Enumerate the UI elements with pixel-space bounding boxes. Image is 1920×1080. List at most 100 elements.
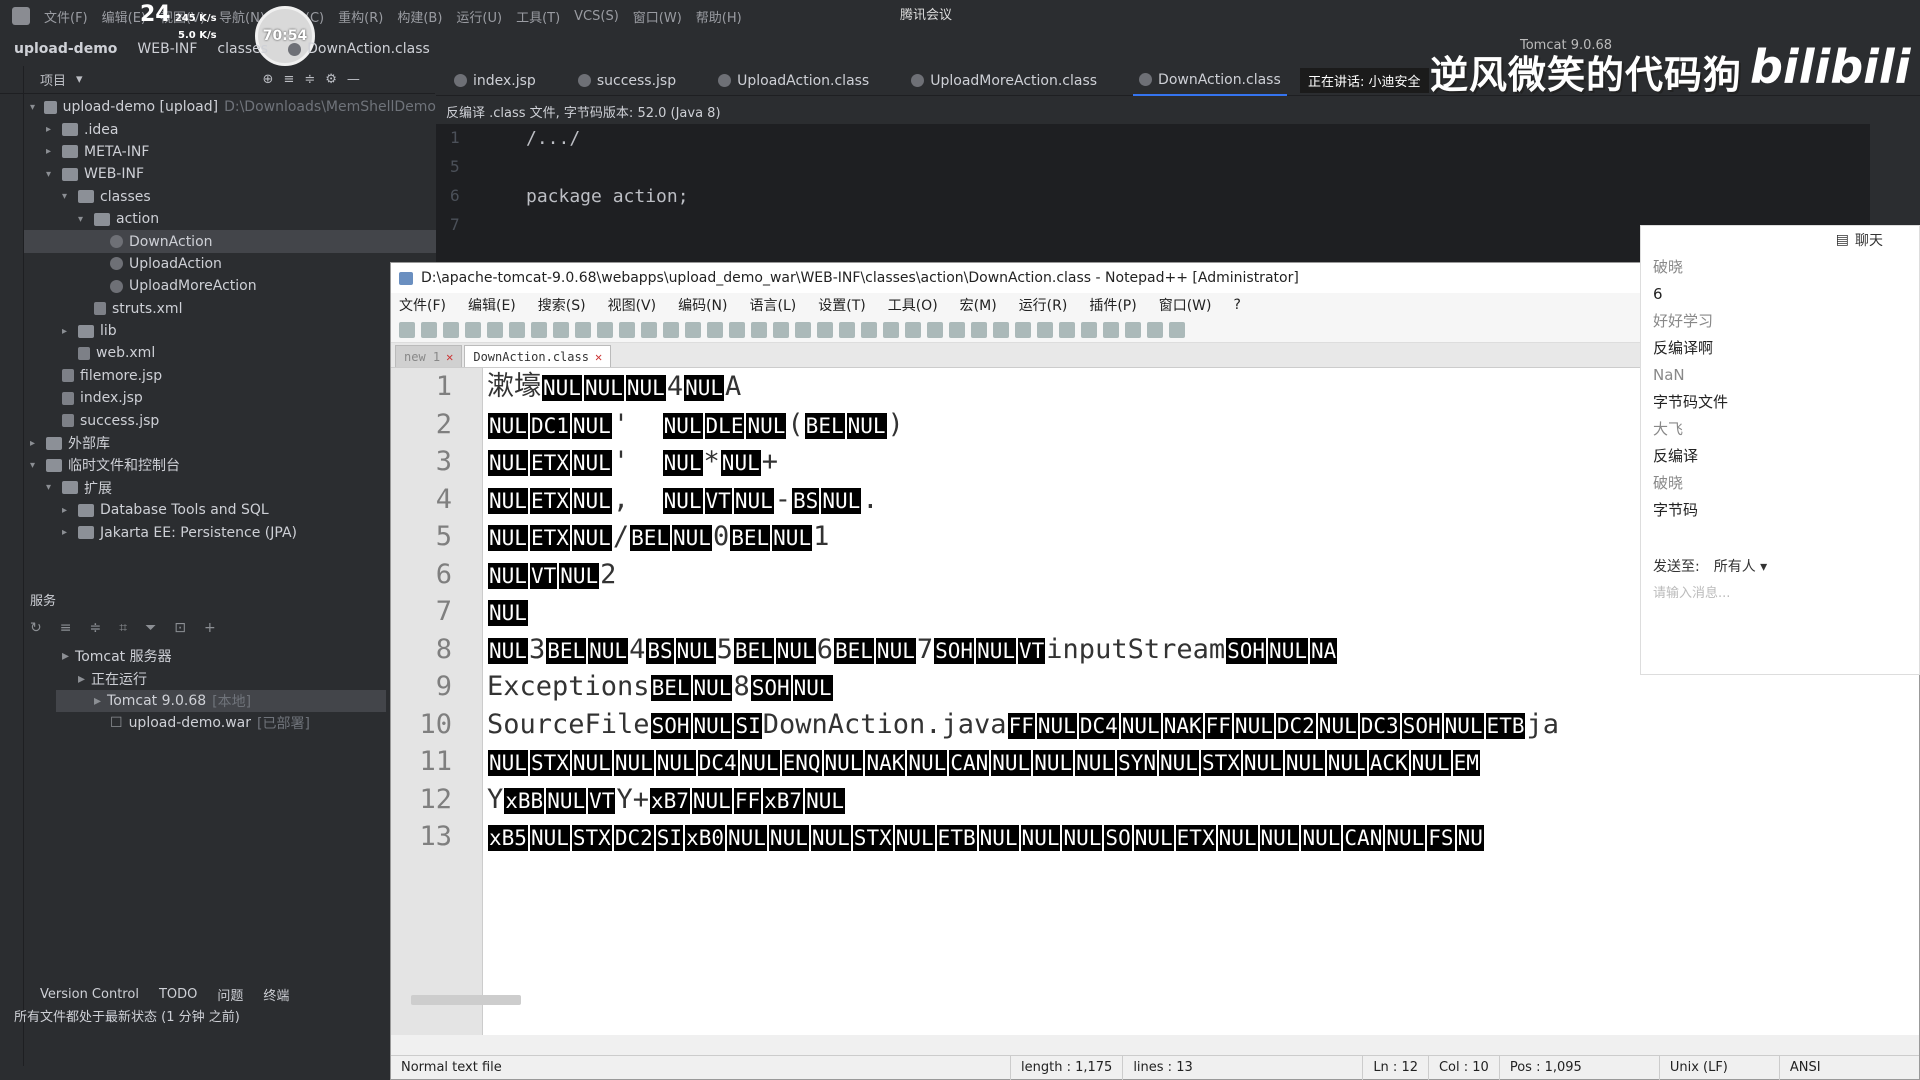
npp-menu-item[interactable]: 宏(M) bbox=[960, 295, 997, 315]
npp-toolbar-icon[interactable] bbox=[795, 321, 811, 338]
tree-item[interactable]: ▾ WEB-INF bbox=[24, 163, 436, 185]
npp-toolbar-icon[interactable] bbox=[751, 321, 767, 338]
npp-toolbar-icon[interactable] bbox=[443, 321, 459, 338]
filter-icon[interactable]: ⏷ bbox=[145, 620, 156, 636]
tree-item[interactable]: ▾ classes bbox=[24, 186, 436, 208]
service-item[interactable]: ▸ Tomcat 服务器 bbox=[56, 645, 386, 667]
service-item[interactable]: ▸ Tomcat 9.0.68 [本地] bbox=[56, 689, 386, 713]
tree-arrow-icon[interactable]: ▸ bbox=[62, 527, 72, 538]
tree-arrow-icon[interactable]: ▸ bbox=[30, 438, 40, 449]
tree-item[interactable]: ▸ 外部库 bbox=[24, 432, 436, 454]
collapse-all-icon[interactable]: ≑ bbox=[89, 620, 101, 636]
npp-toolbar-icon[interactable] bbox=[1125, 321, 1141, 338]
npp-toolbar-icon[interactable] bbox=[619, 321, 635, 338]
menu-item[interactable]: VCS(S) bbox=[574, 9, 619, 24]
npp-menu-item[interactable]: 文件(F) bbox=[399, 295, 446, 315]
editor-tab[interactable]: DownAction.class bbox=[1133, 66, 1287, 96]
npp-toolbar-icon[interactable] bbox=[971, 321, 987, 338]
npp-toolbar-icon[interactable] bbox=[1015, 321, 1031, 338]
tool-version-control[interactable]: Version Control bbox=[40, 987, 139, 1002]
close-icon[interactable]: ✕ bbox=[595, 350, 602, 364]
tree-item[interactable]: ▸ META-INF bbox=[24, 141, 436, 163]
add-icon[interactable]: + bbox=[204, 620, 216, 636]
npp-toolbar-icon[interactable] bbox=[861, 321, 877, 338]
close-icon[interactable]: ✕ bbox=[446, 350, 453, 364]
tree-item[interactable]: ▾ upload-demo [upload] D:\Downloads\MemShe… bbox=[24, 96, 436, 118]
tool-terminal[interactable]: 终端 bbox=[263, 985, 289, 1004]
npp-toolbar-icon[interactable] bbox=[773, 321, 789, 338]
tree-item[interactable]: success.jsp bbox=[24, 409, 436, 431]
npp-toolbar-icon[interactable] bbox=[1147, 321, 1163, 338]
tree-arrow-icon[interactable]: ▸ bbox=[46, 124, 56, 135]
tree-item[interactable]: UploadAction bbox=[24, 253, 436, 275]
npp-toolbar-icon[interactable] bbox=[663, 321, 679, 338]
npp-tab[interactable]: new 1 ✕ bbox=[395, 345, 463, 367]
tree-item[interactable]: ▸ lib bbox=[24, 320, 436, 342]
npp-menu-item[interactable]: 插件(P) bbox=[1089, 295, 1136, 315]
npp-toolbar-icon[interactable] bbox=[1103, 321, 1119, 338]
gear-icon[interactable]: ⚙ bbox=[325, 72, 337, 87]
menu-item[interactable]: 构建(B) bbox=[397, 7, 442, 26]
service-item[interactable]: ☐ upload-demo.war [已部署] bbox=[56, 712, 386, 734]
expand-all-icon[interactable]: ≡ bbox=[283, 72, 294, 87]
menu-item[interactable]: 窗口(W) bbox=[633, 7, 682, 26]
npp-toolbar-icon[interactable] bbox=[949, 321, 965, 338]
service-item[interactable]: ▸ 正在运行 bbox=[56, 667, 386, 689]
npp-toolbar-icon[interactable] bbox=[553, 321, 569, 338]
npp-toolbar-icon[interactable] bbox=[905, 321, 921, 338]
editor-tab[interactable]: UploadAction.class bbox=[712, 66, 875, 96]
npp-hscrollbar[interactable] bbox=[411, 995, 521, 1005]
tree-arrow-icon[interactable]: ▾ bbox=[46, 169, 56, 180]
collapse-all-icon[interactable]: ≑ bbox=[304, 72, 315, 87]
new-tab-icon[interactable]: ⊡ bbox=[174, 620, 186, 636]
npp-menu-item[interactable]: ? bbox=[1234, 297, 1241, 313]
tree-item[interactable]: ▸ Database Tools and SQL bbox=[24, 499, 436, 521]
minimize-icon[interactable]: — bbox=[347, 72, 360, 87]
tree-arrow-icon[interactable]: ▸ bbox=[62, 505, 72, 516]
npp-menu-item[interactable]: 运行(R) bbox=[1019, 295, 1068, 315]
npp-toolbar-icon[interactable] bbox=[927, 321, 943, 338]
tree-arrow-icon[interactable]: ▾ bbox=[78, 214, 88, 225]
group-icon[interactable]: ⌗ bbox=[119, 620, 127, 636]
tree-item[interactable]: filemore.jsp bbox=[24, 365, 436, 387]
tree-arrow-icon[interactable]: ▾ bbox=[62, 191, 72, 202]
tool-problems[interactable]: 问题 bbox=[217, 985, 243, 1004]
npp-menu-item[interactable]: 窗口(W) bbox=[1159, 295, 1212, 315]
npp-toolbar-icon[interactable] bbox=[509, 321, 525, 338]
npp-toolbar-icon[interactable] bbox=[1169, 321, 1185, 338]
npp-menu-item[interactable]: 编辑(E) bbox=[468, 295, 516, 315]
npp-toolbar-icon[interactable] bbox=[993, 321, 1009, 338]
tree-item[interactable]: ▾ 扩展 bbox=[24, 477, 436, 499]
tree-arrow-icon[interactable]: ▾ bbox=[30, 460, 40, 471]
npp-toolbar-icon[interactable] bbox=[883, 321, 899, 338]
npp-toolbar-icon[interactable] bbox=[1037, 321, 1053, 338]
npp-toolbar-icon[interactable] bbox=[575, 321, 591, 338]
npp-toolbar-icon[interactable] bbox=[1081, 321, 1097, 338]
breadcrumb-file[interactable]: DownAction.class bbox=[288, 41, 430, 57]
chevron-down-icon[interactable]: ▾ bbox=[76, 72, 83, 87]
chat-input[interactable]: 请输入消息... bbox=[1653, 582, 1730, 601]
tree-arrow-icon[interactable]: ▾ bbox=[46, 482, 56, 493]
tree-item[interactable]: struts.xml bbox=[24, 298, 436, 320]
expand-all-icon[interactable]: ≡ bbox=[60, 620, 72, 636]
npp-toolbar-icon[interactable] bbox=[465, 321, 481, 338]
breadcrumb-project[interactable]: upload-demo bbox=[14, 41, 117, 57]
tree-arrow-icon[interactable]: ▸ bbox=[46, 146, 56, 157]
tree-arrow-icon[interactable]: ▾ bbox=[30, 102, 38, 113]
npp-menu-item[interactable]: 设置(T) bbox=[818, 295, 865, 315]
editor-tab[interactable]: UploadMoreAction.class bbox=[905, 66, 1103, 96]
npp-toolbar-icon[interactable] bbox=[641, 321, 657, 338]
npp-menu-item[interactable]: 视图(V) bbox=[608, 295, 657, 315]
npp-toolbar-icon[interactable] bbox=[1059, 321, 1075, 338]
tree-item[interactable]: index.jsp bbox=[24, 387, 436, 409]
npp-toolbar-icon[interactable] bbox=[597, 321, 613, 338]
menu-item[interactable]: 运行(U) bbox=[456, 7, 502, 26]
npp-menu-item[interactable]: 语言(L) bbox=[750, 295, 797, 315]
editor-tab[interactable]: index.jsp bbox=[448, 66, 542, 96]
locate-icon[interactable]: ⊕ bbox=[263, 72, 274, 87]
npp-toolbar-icon[interactable] bbox=[817, 321, 833, 338]
npp-toolbar-icon[interactable] bbox=[729, 321, 745, 338]
npp-tab[interactable]: DownAction.class ✕ bbox=[464, 345, 612, 367]
project-panel-title[interactable]: 项目 bbox=[40, 70, 66, 89]
tree-item[interactable]: ▾ 临时文件和控制台 bbox=[24, 454, 436, 476]
